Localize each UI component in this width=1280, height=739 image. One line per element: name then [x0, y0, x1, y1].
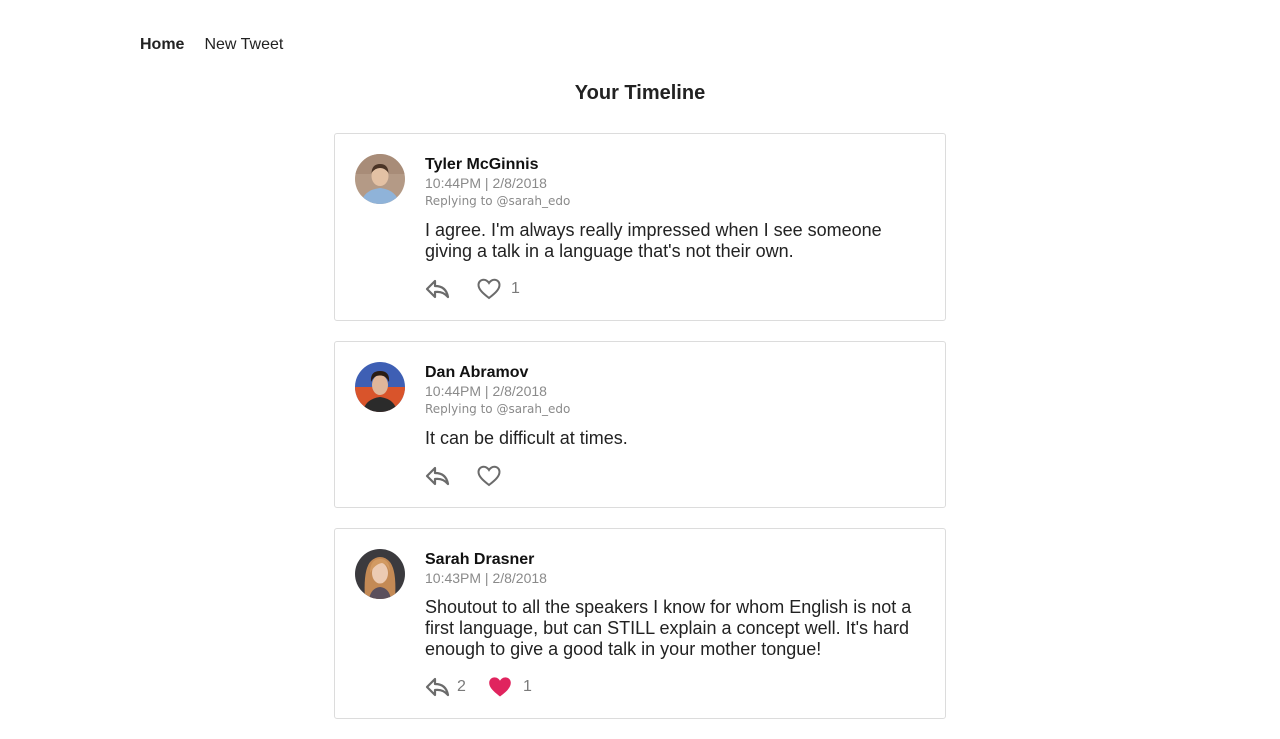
- nav-home-link[interactable]: Home: [140, 36, 184, 54]
- tweet-timestamp: 10:44PM | 2/8/2018: [425, 383, 547, 399]
- tweet-timestamp: 10:43PM | 2/8/2018: [425, 570, 547, 586]
- tweet-text: I agree. I'm always really impressed whe…: [425, 220, 882, 261]
- tweet-card[interactable]: Dan Abramov 10:44PM | 2/8/2018 Replying …: [334, 341, 946, 508]
- reply-icon: [425, 279, 450, 299]
- reply-icon: [425, 677, 450, 697]
- avatar: [355, 154, 405, 204]
- like-count: 1: [523, 678, 532, 695]
- tweet-card[interactable]: Tyler McGinnis 10:44PM | 2/8/2018 Replyi…: [334, 133, 946, 321]
- tweet-author: Tyler McGinnis: [425, 156, 539, 173]
- tweet-actions: 1: [425, 276, 925, 302]
- tweet-text: Shoutout to all the speakers I know for …: [425, 597, 912, 659]
- heart-outline-icon: [477, 278, 501, 300]
- tweet-text: It can be difficult at times.: [425, 428, 628, 448]
- heart-outline-icon: [477, 465, 501, 487]
- heart-filled-icon: [489, 677, 511, 697]
- tweet-author: Dan Abramov: [425, 364, 529, 381]
- reply-button[interactable]: 2: [425, 676, 487, 698]
- tweet-timestamp: 10:44PM | 2/8/2018: [425, 175, 547, 191]
- like-button[interactable]: [477, 465, 501, 487]
- like-button[interactable]: 1: [477, 278, 520, 300]
- tweet-actions: 2 1: [425, 674, 925, 700]
- like-count: 1: [511, 280, 520, 297]
- nav-new-tweet-link[interactable]: New Tweet: [204, 36, 283, 54]
- avatar: [355, 549, 405, 599]
- reply-button[interactable]: [425, 278, 477, 300]
- timeline: Tyler McGinnis 10:44PM | 2/8/2018 Replyi…: [334, 133, 946, 739]
- main-nav: Home New Tweet: [140, 36, 283, 54]
- page-title: Your Timeline: [574, 82, 706, 104]
- reply-button[interactable]: [425, 465, 477, 487]
- tweet-card[interactable]: Sarah Drasner 10:43PM | 2/8/2018 Shoutou…: [334, 528, 946, 719]
- reply-icon: [425, 466, 450, 486]
- replying-to-link[interactable]: Replying to @sarah_edo: [425, 192, 925, 210]
- like-button[interactable]: 1: [487, 676, 532, 698]
- replying-to-link[interactable]: Replying to @sarah_edo: [425, 400, 925, 418]
- tweet-author: Sarah Drasner: [425, 551, 535, 568]
- avatar: [355, 362, 405, 412]
- tweet-actions: [425, 463, 925, 489]
- reply-count: 2: [457, 678, 466, 695]
